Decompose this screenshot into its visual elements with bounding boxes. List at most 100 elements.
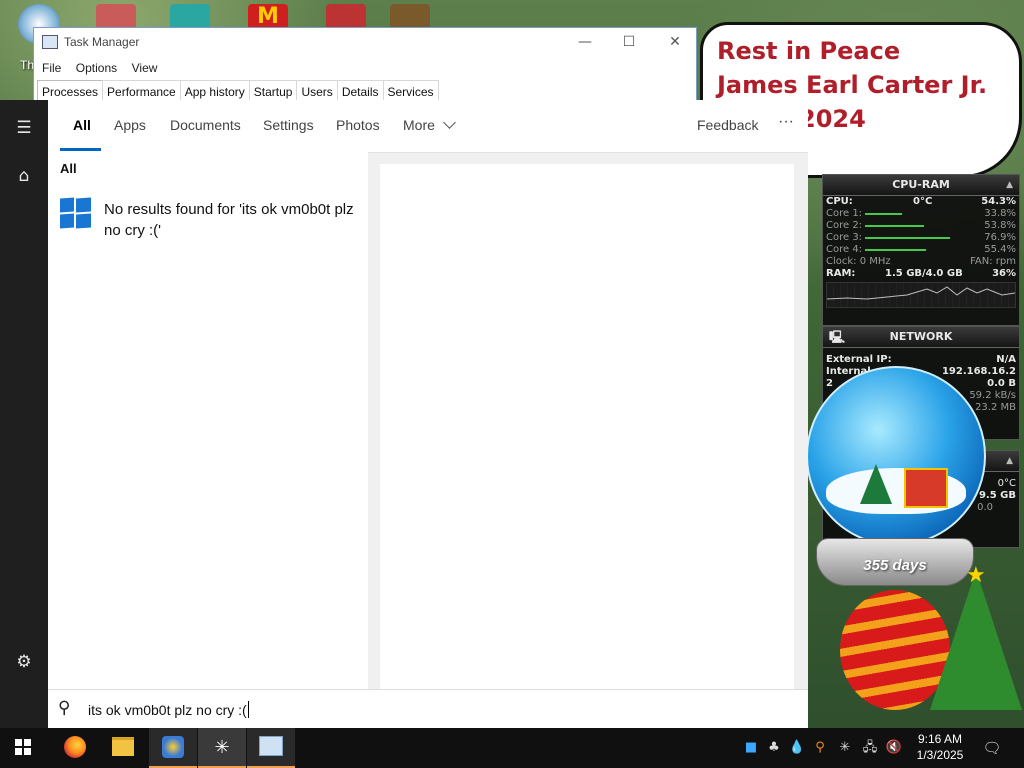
- firefox-taskbar-button[interactable]: [52, 728, 98, 768]
- drive-size: 9.5 GB: [978, 490, 1016, 501]
- chevron-down-icon: [442, 116, 456, 129]
- desktop-icon-label: Th: [20, 58, 35, 72]
- tab-processes[interactable]: Processes: [37, 80, 104, 102]
- clock-time: 9:16 AM: [917, 732, 963, 746]
- search-tab-photos[interactable]: Photos: [336, 117, 380, 133]
- snowflake-taskbar-button[interactable]: ✳: [198, 728, 246, 768]
- collapse-icon[interactable]: ▲: [1006, 175, 1013, 195]
- task-manager-window[interactable]: Task Manager — ☐ ✕ File Options View Pro…: [33, 27, 697, 103]
- search-tab-more-label: More: [403, 117, 435, 133]
- search-tab-settings[interactable]: Settings: [263, 117, 314, 133]
- network-row-5-value: 23.2 MB: [975, 402, 1016, 413]
- menu-options[interactable]: Options: [76, 61, 117, 75]
- core-value: 33.8%: [984, 208, 1016, 219]
- search-tab-apps[interactable]: Apps: [114, 117, 146, 133]
- core-usage-bar: [865, 213, 902, 215]
- more-options-button[interactable]: ···: [778, 113, 794, 131]
- core-usage-bar: [865, 225, 924, 227]
- maximize-button[interactable]: ☐: [614, 32, 644, 52]
- minimize-button[interactable]: —: [570, 32, 600, 52]
- ram-usage: 1.5 GB/4.0 GB: [885, 268, 963, 279]
- snowflake-icon: ✳: [214, 737, 230, 758]
- core-label: Core 3:: [826, 232, 863, 243]
- task-manager-titlebar[interactable]: Task Manager — ☐ ✕: [34, 28, 696, 56]
- tab-startup[interactable]: Startup: [248, 80, 298, 102]
- gift-icon: [904, 468, 948, 508]
- star-icon: ★: [966, 562, 986, 587]
- clock-date: 1/3/2025: [916, 748, 964, 762]
- tab-users[interactable]: Users: [296, 80, 338, 102]
- tray-snowflake-icon[interactable]: ✳: [834, 728, 856, 768]
- drive-temp: 0°C: [997, 478, 1016, 489]
- ram-label: RAM:: [826, 268, 856, 279]
- tray-search-icon[interactable]: ⚲: [809, 728, 831, 768]
- menu-file[interactable]: File: [42, 61, 61, 75]
- close-button[interactable]: ✕: [660, 32, 690, 52]
- tray-people-icon[interactable]: ♣: [763, 728, 785, 768]
- cpu-ram-title: CPU-RAM ▲: [823, 175, 1019, 196]
- clock-row: Clock: 0 MHz FAN: rpm: [823, 256, 1019, 268]
- search-tab-all[interactable]: All: [73, 117, 91, 133]
- app-taskbar-button[interactable]: [149, 728, 197, 768]
- volume-muted-icon[interactable]: 🔇: [883, 728, 905, 768]
- menu-view[interactable]: View: [132, 61, 158, 75]
- windows-logo-icon: [60, 197, 91, 229]
- task-manager-taskbar-button[interactable]: [247, 728, 295, 768]
- search-icon: ⚲: [58, 698, 71, 718]
- network-row-3-value: 0.0 B: [987, 378, 1016, 389]
- no-results-message: No results found for 'its ok vm0b0t plz …: [104, 201, 354, 239]
- active-tab-underline: [60, 148, 101, 151]
- text-cursor: [247, 701, 249, 718]
- taskbar-clock[interactable]: 9:16 AM 1/3/2025: [912, 731, 968, 763]
- core-row: Core 3: 76.9%: [823, 232, 1019, 244]
- cpu-ram-gadget[interactable]: CPU-RAM ▲ CPU: 0°C 54.3% Core 1: 33.8% Core…: [822, 174, 1020, 326]
- core-row: Core 1: 33.8%: [823, 208, 1019, 220]
- clock-label: Clock: 0 MHz: [826, 256, 891, 267]
- home-icon[interactable]: ⌂: [14, 166, 34, 186]
- rip-line-1: Rest in Peace: [717, 37, 901, 65]
- core-row: Core 4: 55.4%: [823, 244, 1019, 256]
- task-manager-title: Task Manager: [64, 35, 140, 49]
- network-row-4-value: 59.2 kB/s: [969, 390, 1016, 401]
- internal-ip-value: 192.168.16.2: [941, 366, 1016, 377]
- preview-pane: [380, 164, 794, 689]
- task-manager-menubar: File Options View: [34, 59, 157, 77]
- christmas-tree-icon: [930, 570, 1022, 710]
- core-value: 76.9%: [984, 232, 1016, 243]
- network-icon[interactable]: 🖧: [859, 728, 881, 768]
- folder-icon: [112, 737, 134, 756]
- tab-services[interactable]: Services: [382, 80, 439, 102]
- cpu-row: CPU: 0°C 54.3%: [823, 196, 1019, 208]
- tab-app-history[interactable]: App history: [179, 80, 250, 102]
- feedback-link[interactable]: Feedback: [697, 117, 758, 133]
- globe-tree-icon: [860, 464, 892, 504]
- core-value: 55.4%: [984, 244, 1016, 255]
- cpu-temp: 0°C: [913, 196, 933, 207]
- start-button[interactable]: [0, 728, 46, 768]
- tab-performance[interactable]: Performance: [102, 80, 181, 102]
- action-center-icon[interactable]: 🗨: [980, 728, 1004, 768]
- fan-label: FAN: rpm: [970, 256, 1016, 267]
- file-explorer-taskbar-button[interactable]: [100, 728, 146, 768]
- core-row: Core 2: 53.8%: [823, 220, 1019, 232]
- search-tab-more[interactable]: More: [403, 116, 456, 133]
- settings-gear-icon[interactable]: ⚙: [14, 652, 34, 672]
- ram-graph: [826, 282, 1016, 308]
- external-ip-row: External IP: N/A: [823, 354, 1019, 366]
- search-box[interactable]: ⚲ its ok vm0b0t plz no cry :(: [48, 689, 808, 729]
- core-label: Core 1:: [826, 208, 863, 219]
- tab-details[interactable]: Details: [336, 80, 384, 102]
- collapse-icon[interactable]: ▲: [1006, 451, 1013, 471]
- drive-val: 0.0: [977, 502, 993, 513]
- search-panel: All Apps Documents Settings Photos More …: [48, 100, 808, 729]
- tray-drop-icon[interactable]: 💧: [786, 728, 808, 768]
- search-input[interactable]: its ok vm0b0t plz no cry :(: [88, 701, 249, 718]
- search-tab-documents[interactable]: Documents: [170, 117, 241, 133]
- cpu-label: CPU:: [826, 196, 853, 207]
- rip-line-2: James Earl Carter Jr.: [717, 71, 988, 99]
- hamburger-menu-icon[interactable]: ☰: [14, 118, 34, 138]
- task-manager-tabs: Processes Performance App history Startu…: [37, 80, 439, 102]
- app-icon: [162, 736, 184, 758]
- tray-app-icon[interactable]: ■: [740, 728, 762, 768]
- snow-globe: [806, 366, 986, 546]
